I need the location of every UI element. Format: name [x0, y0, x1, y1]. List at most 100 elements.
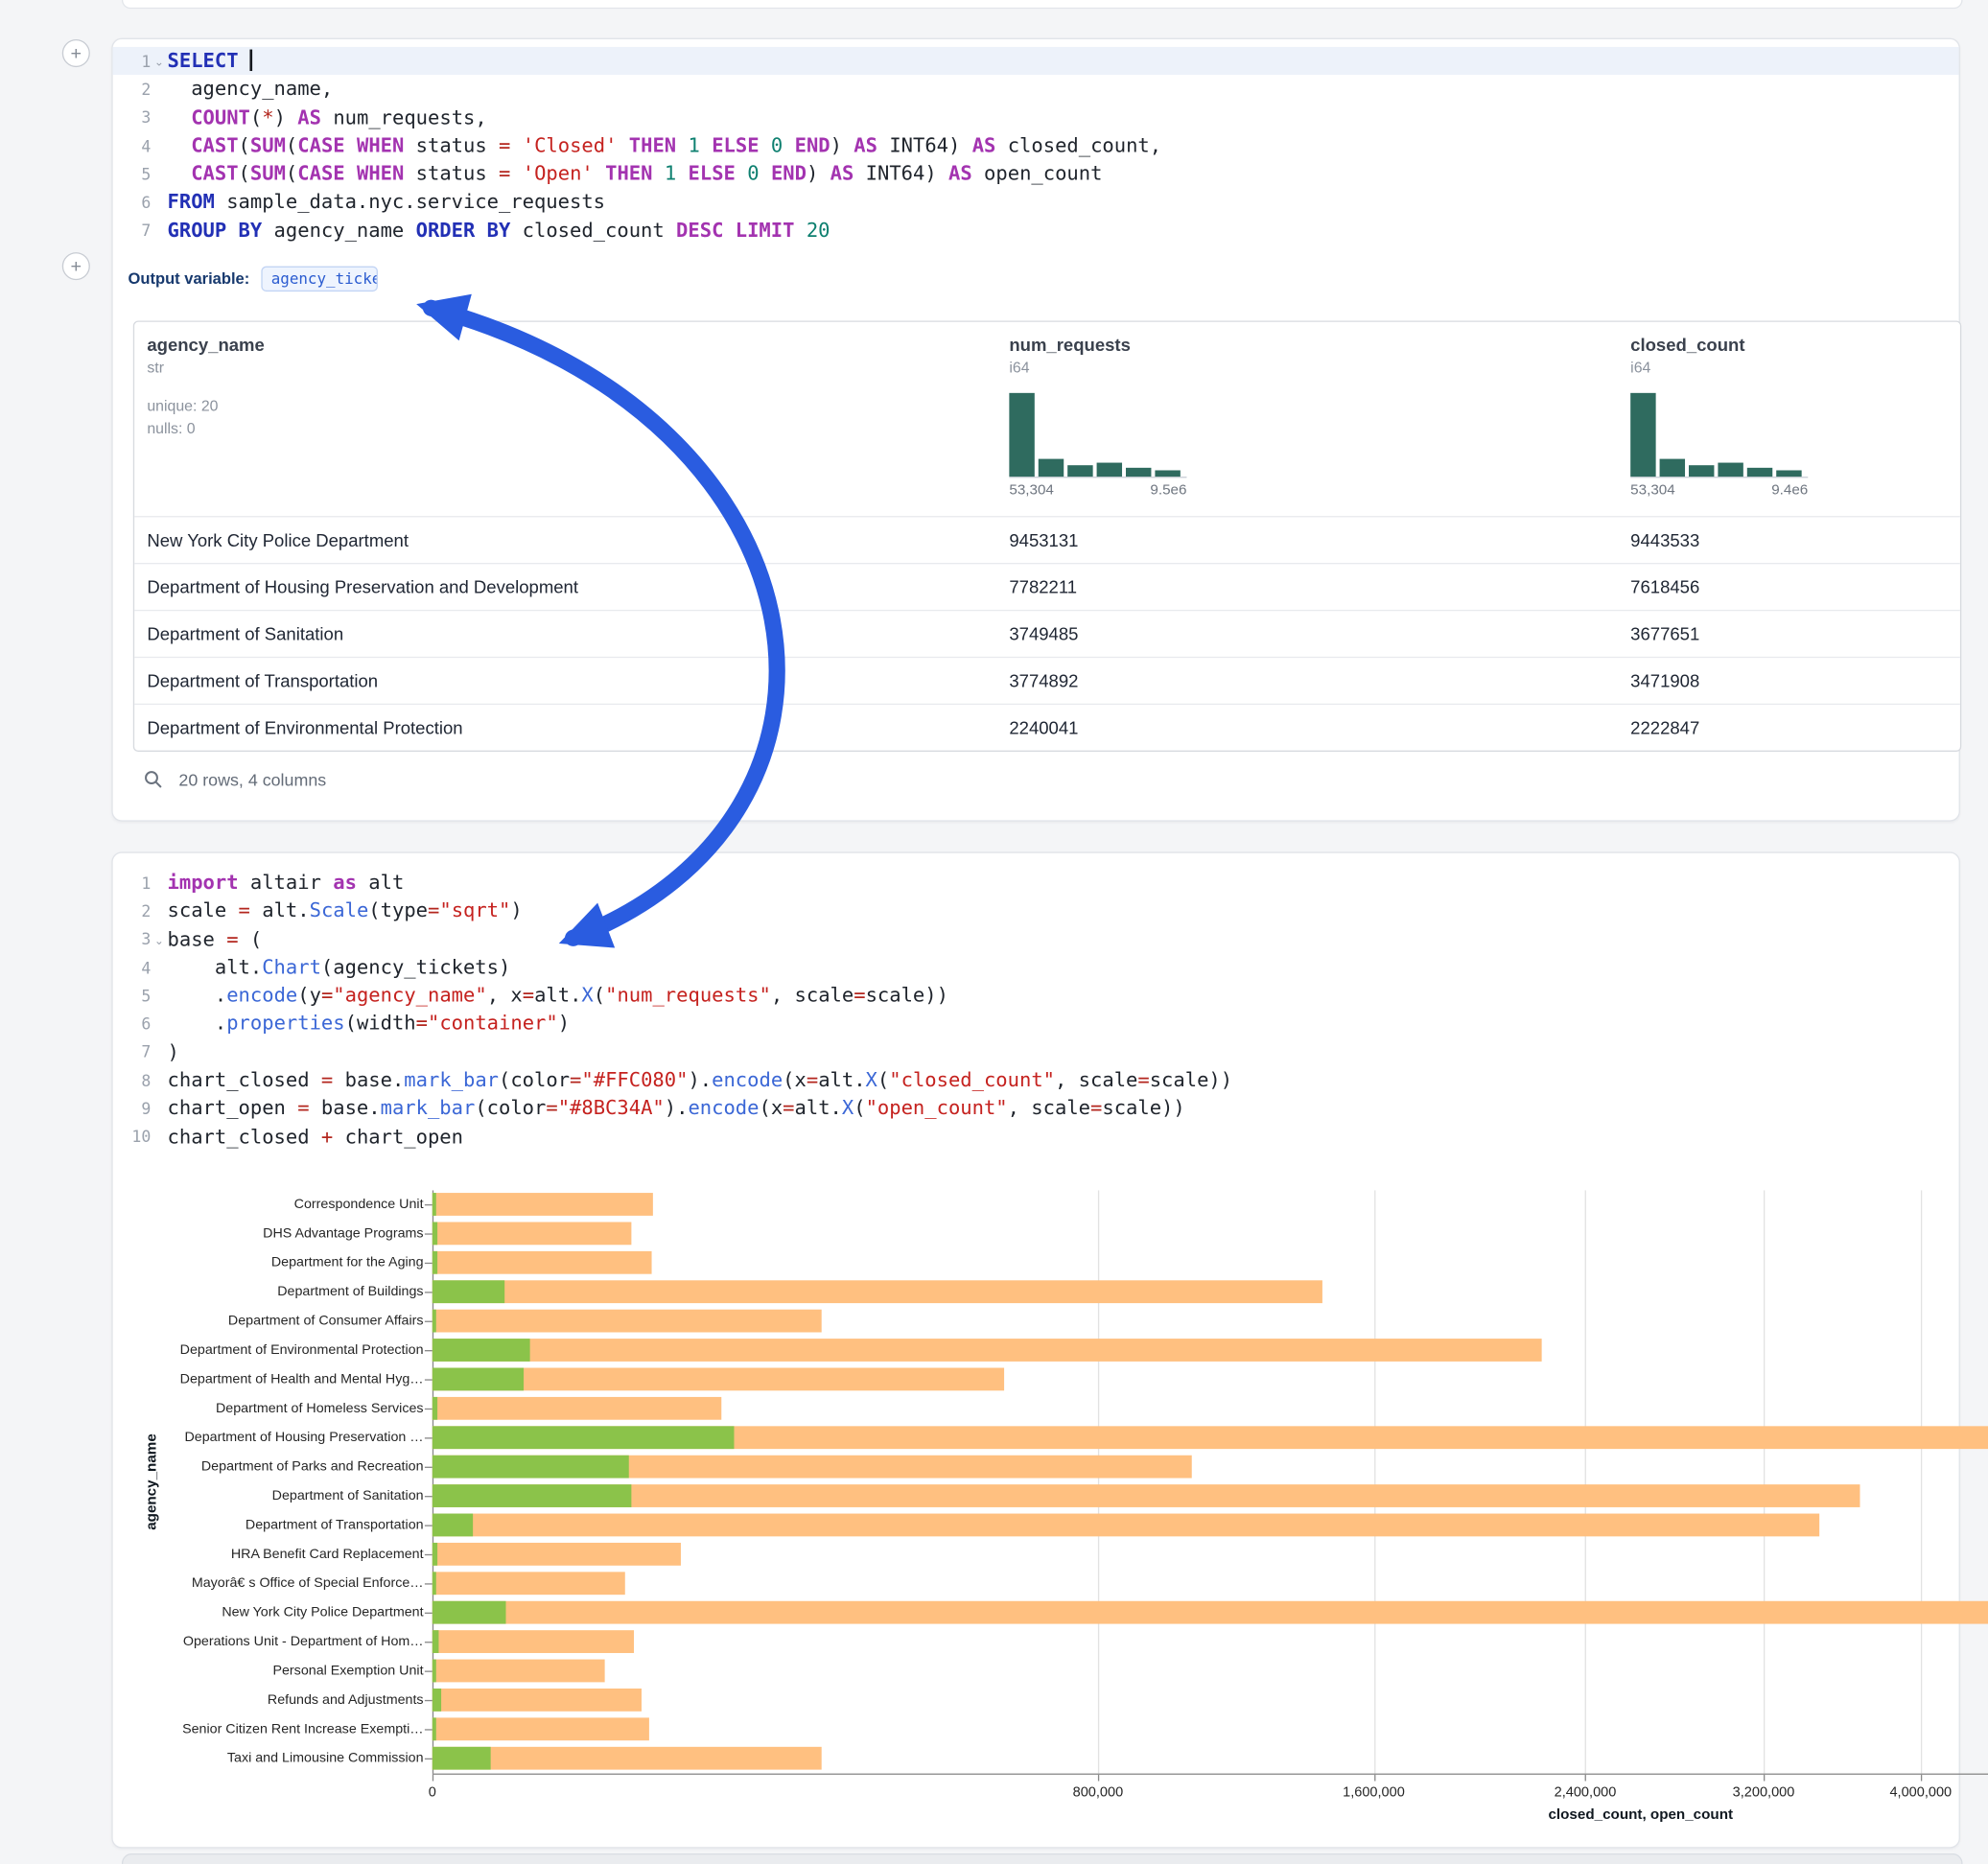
code-line-5[interactable]: 5 .encode(y="agency_name", x=alt.X("num_… — [113, 982, 1959, 1010]
histogram-bar — [1067, 465, 1092, 477]
cell-value: 2222847 — [1625, 717, 1960, 737]
gutter-spacer — [151, 966, 167, 969]
gutter-spacer — [151, 87, 167, 91]
x-tick — [1585, 1775, 1586, 1782]
add-cell-button-2[interactable]: + — [62, 252, 90, 280]
cell-value: 3749485 — [1004, 623, 1625, 643]
cell-agency-name: Department of Housing Preservation and D… — [134, 577, 1004, 597]
line-number: 2 — [113, 80, 152, 99]
code-line-1[interactable]: 1⌄SELECT — [113, 47, 1959, 75]
x-tick-label: 3,200,000 — [1707, 1784, 1821, 1800]
code-line-9[interactable]: 9chart_open = base.mark_bar(color="#8BC3… — [113, 1094, 1959, 1122]
open-count-bar — [433, 1193, 436, 1216]
result-table: agency_namestrunique: 20nulls: 0num_requ… — [133, 320, 1961, 752]
y-tick — [425, 1321, 433, 1322]
code-line-4[interactable]: 4 alt.Chart(agency_tickets) — [113, 953, 1959, 981]
code-text: alt.Chart(agency_tickets) — [168, 953, 511, 981]
x-tick-label: 2,400,000 — [1528, 1784, 1642, 1800]
open-count-bar — [433, 1660, 435, 1683]
histogram-bar — [1660, 459, 1685, 478]
y-tick — [425, 1233, 433, 1234]
hist-max-label: 9.5e6 — [1150, 483, 1186, 499]
code-line-8[interactable]: 8chart_closed = base.mark_bar(color="#FF… — [113, 1066, 1959, 1094]
fold-chevron-icon[interactable]: ⌄ — [151, 930, 167, 948]
code-text: import altair as alt — [168, 869, 405, 897]
gutter-spacer — [151, 1050, 167, 1054]
cell-agency-name: Department of Transportation — [134, 670, 1004, 690]
code-line-7[interactable]: 7) — [113, 1037, 1959, 1065]
code-text: .encode(y="agency_name", x=alt.X("num_re… — [168, 982, 948, 1010]
cell-agency-name: New York City Police Department — [134, 530, 1004, 550]
y-tick — [425, 1467, 433, 1468]
code-line-3[interactable]: 3 COUNT(*) AS num_requests, — [113, 104, 1959, 131]
code-text: chart_open = base.mark_bar(color="#8BC34… — [168, 1094, 1185, 1122]
gutter-spacer — [151, 144, 167, 148]
category-label: Department for the Aging — [113, 1255, 424, 1271]
bar-chart: Correspondence UnitDHS Advantage Program… — [113, 1190, 1988, 1864]
open-count-bar — [433, 1222, 438, 1245]
fold-chevron-icon[interactable]: ⌄ — [151, 52, 167, 70]
table-row: Department of Environmental Protection22… — [134, 704, 1960, 751]
code-line-1[interactable]: 1import altair as alt — [113, 869, 1959, 897]
category-label: Correspondence Unit — [113, 1197, 424, 1213]
gutter-spacer — [151, 1107, 167, 1110]
gridline — [1764, 1190, 1765, 1773]
gridline — [1921, 1190, 1922, 1773]
code-line-4[interactable]: 4 CAST(SUM(CASE WHEN status = 'Closed' T… — [113, 131, 1959, 159]
code-line-2[interactable]: 2scale = alt.Scale(type="sqrt") — [113, 897, 1959, 924]
table-row: Department of Transportation377489234719… — [134, 657, 1960, 704]
gridline — [1585, 1190, 1586, 1773]
gridline — [1373, 1190, 1374, 1773]
code-text: COUNT(*) AS num_requests, — [168, 104, 487, 131]
open-count-bar — [433, 1747, 490, 1770]
line-number: 3 — [113, 108, 152, 128]
x-tick-label: 800,000 — [1041, 1784, 1155, 1800]
column-header-num_requests[interactable]: num_requestsi6453,3049.5e6 — [1004, 322, 1625, 516]
closed-count-bar — [433, 1514, 1819, 1537]
histogram-range: 53,3049.4e6 — [1630, 483, 1808, 499]
closed-count-bar — [433, 1310, 821, 1333]
category-label: Refunds and Adjustments — [113, 1692, 424, 1709]
closed-count-bar — [433, 1630, 634, 1653]
output-variable-chip[interactable]: agency_tickets — [261, 267, 378, 291]
code-line-2[interactable]: 2 agency_name, — [113, 75, 1959, 103]
x-axis-line — [433, 1774, 1988, 1775]
column-meta: unique: 20 — [147, 397, 1004, 415]
code-text: chart_closed = base.mark_bar(color="#FFC… — [168, 1066, 1233, 1094]
column-header-agency_name[interactable]: agency_namestrunique: 20nulls: 0 — [134, 322, 1004, 516]
sql-code-editor[interactable]: 1⌄SELECT 2 agency_name,3 COUNT(*) AS num… — [113, 47, 1959, 245]
add-cell-button[interactable]: + — [62, 39, 90, 67]
closed-count-bar — [433, 1660, 604, 1683]
y-tick — [425, 1292, 433, 1293]
x-tick — [1373, 1775, 1374, 1782]
code-line-5[interactable]: 5 CAST(SUM(CASE WHEN status = 'Open' THE… — [113, 160, 1959, 188]
open-count-bar — [433, 1601, 505, 1624]
code-text: CAST(SUM(CASE WHEN status = 'Closed' THE… — [168, 131, 1162, 159]
code-line-10[interactable]: 10chart_closed + chart_open — [113, 1123, 1959, 1151]
code-text: SELECT — [168, 47, 252, 75]
y-tick — [425, 1583, 433, 1584]
column-header-closed_count[interactable]: closed_counti6453,3049.4e6 — [1625, 322, 1960, 516]
code-text: agency_name, — [168, 75, 334, 103]
search-icon[interactable] — [143, 769, 163, 789]
code-text: .properties(width="container") — [168, 1010, 571, 1037]
column-name: closed_count — [1630, 335, 1960, 355]
python-code-editor[interactable]: 1import altair as alt2scale = alt.Scale(… — [113, 869, 1959, 1152]
next-cell-edge — [122, 1853, 1963, 1864]
code-line-6[interactable]: 6FROM sample_data.nyc.service_requests — [113, 188, 1959, 216]
closed-count-bar — [433, 1251, 652, 1274]
open-count-bar — [433, 1368, 524, 1391]
code-line-7[interactable]: 7GROUP BY agency_name ORDER BY closed_co… — [113, 217, 1959, 245]
line-number: 1 — [113, 52, 152, 71]
category-label: Department of Health and Mental Hyg… — [113, 1371, 424, 1387]
column-type: i64 — [1009, 359, 1625, 377]
hist-max-label: 9.4e6 — [1771, 483, 1808, 499]
cell-value: 9443533 — [1625, 530, 1960, 550]
code-line-6[interactable]: 6 .properties(width="container") — [113, 1010, 1959, 1037]
open-count-bar — [433, 1572, 435, 1595]
column-histogram — [1630, 392, 1808, 478]
code-line-3[interactable]: 3⌄base = ( — [113, 925, 1959, 953]
gutter-spacer — [151, 116, 167, 120]
open-count-bar — [433, 1397, 438, 1420]
y-tick — [425, 1670, 433, 1671]
